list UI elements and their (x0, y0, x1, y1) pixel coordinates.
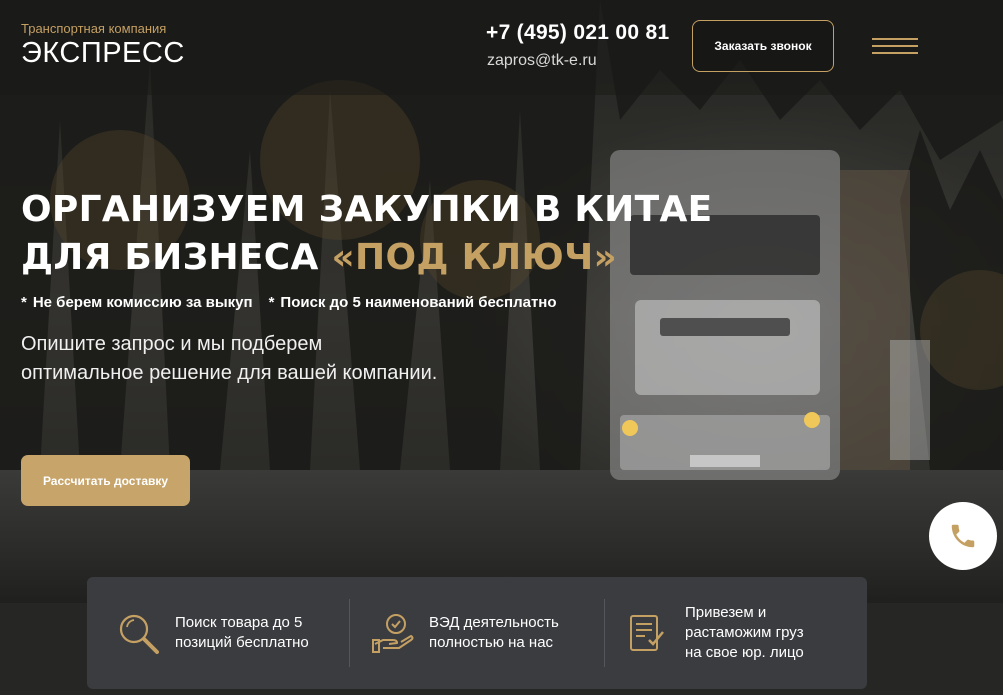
feature-item: Привезем и растаможим груз на свое юр. л… (625, 577, 804, 689)
phone-link[interactable]: +7 (495) 021 00 81 (486, 21, 669, 45)
hamburger-menu-icon[interactable] (872, 38, 918, 54)
document-check-icon (630, 615, 664, 651)
feature-line: позиций бесплатно (175, 634, 309, 651)
perk-marker: * (268, 294, 275, 311)
perk-text: Поиск до 5 наименований бесплатно (280, 294, 557, 311)
logo-subtitle: Транспортная компания (21, 21, 167, 36)
feature-item: ВЭД деятельность полностью на нас (371, 577, 559, 689)
feature-line: ВЭД деятельность (429, 614, 559, 631)
logo-title[interactable]: ЭКСПРЕСС (21, 37, 185, 70)
feature-divider (604, 599, 605, 667)
hero-headline: ОРГАНИЗУЕМ ЗАКУПКИ В КИТАЕ ДЛЯ БИЗНЕСА «… (21, 186, 713, 282)
feature-line: Поиск товара до 5 (175, 614, 303, 631)
perk-item: * Не берем комиссию за выкуп (21, 294, 253, 311)
perks-list: * Не берем комиссию за выкуп * Поиск до 5 … (21, 294, 557, 311)
feature-item: Поиск товара до 5 позиций бесплатно (115, 577, 309, 689)
calculate-delivery-button[interactable]: Рассчитать доставку (21, 455, 190, 506)
feature-text: Поиск товара до 5 позиций бесплатно (175, 613, 309, 653)
feature-text: ВЭД деятельность полностью на нас (429, 613, 559, 653)
phone-icon (951, 524, 975, 548)
headline-line-1: ОРГАНИЗУЕМ ЗАКУПКИ В КИТАЕ (21, 189, 713, 230)
feature-line: Привезем и (685, 604, 767, 621)
feature-line: растаможим груз (685, 624, 804, 641)
feature-divider (349, 599, 350, 667)
feature-line: полностью на нас (429, 634, 554, 651)
search-magnifier-icon (119, 614, 159, 654)
perk-marker: * (21, 294, 27, 311)
lead-line-2: оптимальное решение для вашей компании. (21, 362, 438, 384)
headline-accent: «ПОД КЛЮЧ» (331, 237, 618, 278)
feature-text: Привезем и растаможим груз на свое юр. л… (685, 603, 804, 663)
perk-item: * Поиск до 5 наименований бесплатно (269, 294, 557, 311)
email-link[interactable]: zapros@tk-e.ru (487, 52, 597, 70)
hero-lead: Опишите запрос и мы подберем оптимальное… (21, 330, 541, 388)
headline-line-2-prefix: ДЛЯ БИЗНЕСА (21, 237, 332, 278)
perk-text: Не берем комиссию за выкуп (32, 294, 253, 311)
lead-line-1: Опишите запрос и мы подберем (21, 333, 323, 355)
features-panel: Поиск товара до 5 позиций бесплатно ВЭД … (87, 577, 867, 689)
feature-line: на свое юр. лицо (685, 644, 804, 661)
call-fab-button[interactable] (929, 502, 997, 570)
callback-button[interactable]: Заказать звонок (692, 20, 834, 72)
badge-hand-icon (372, 614, 414, 653)
headline-line-2: ДЛЯ БИЗНЕСА «ПОД КЛЮЧ» (21, 234, 713, 282)
